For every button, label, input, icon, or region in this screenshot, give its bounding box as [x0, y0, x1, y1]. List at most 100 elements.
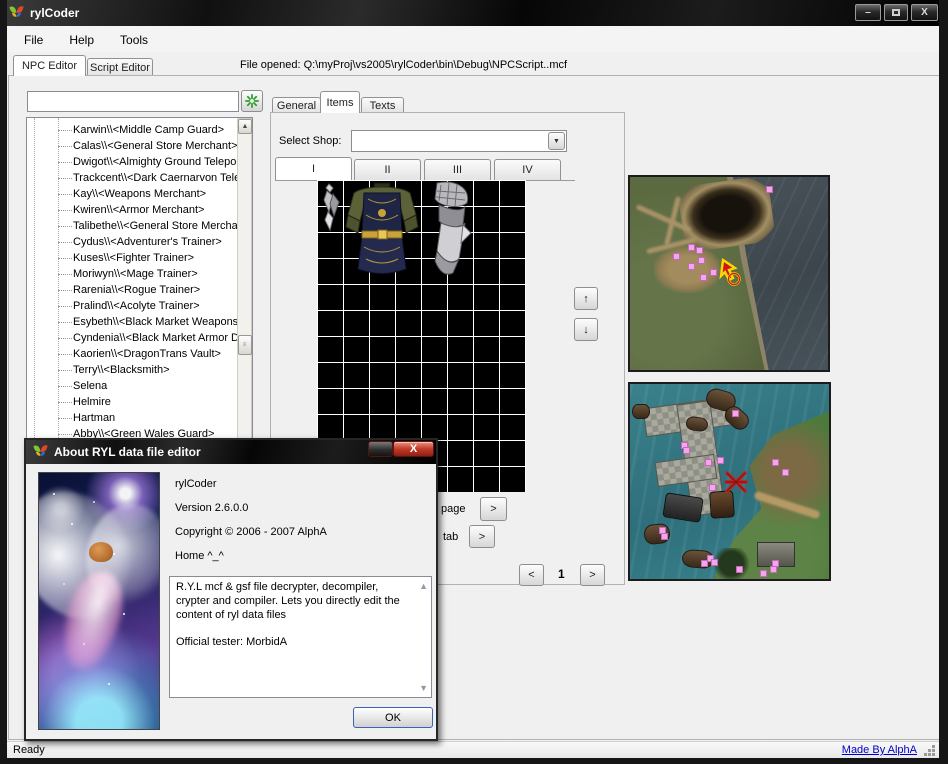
tab-texts-label: Texts [370, 100, 396, 112]
tab-script-editor[interactable]: Script Editor [87, 58, 153, 76]
search-button[interactable] [241, 90, 263, 112]
move-item-down-button[interactable]: ↓ [574, 318, 598, 341]
tree-item[interactable]: Trackcent\\<Dark Caernarvon Tele [27, 170, 237, 186]
about-dialog-titlebar[interactable]: About RYL data file editor X [26, 440, 436, 464]
selected-npc-marker[interactable] [717, 258, 745, 288]
next-page-nav-button[interactable]: > [580, 564, 605, 586]
item-pendant[interactable] [319, 182, 343, 232]
scroll-up-button[interactable]: ▲ [238, 119, 252, 134]
npc-marker[interactable] [710, 485, 715, 490]
tree-item[interactable]: Kaorien\\<DragonTrans Vault> [27, 346, 237, 362]
npc-marker[interactable] [674, 254, 679, 259]
npc-marker[interactable] [662, 534, 667, 539]
npc-marker[interactable] [689, 245, 694, 250]
tree-item[interactable]: Pralind\\<Acolyte Trainer> [27, 298, 237, 314]
npc-marker[interactable] [684, 448, 689, 453]
close-button[interactable]: X [911, 4, 938, 21]
title-bar[interactable]: rylCoder – X [0, 0, 948, 26]
shop-tab-4[interactable]: IV [494, 159, 561, 180]
npc-marker[interactable] [711, 270, 716, 275]
tab-npc-editor[interactable]: NPC Editor [13, 55, 86, 76]
shop-tab-2[interactable]: II [354, 159, 421, 180]
npc-marker[interactable] [733, 411, 738, 416]
made-by-link[interactable]: Made By AlphA [842, 744, 917, 756]
next-tab-button[interactable]: > [469, 525, 495, 548]
npc-marker[interactable] [701, 275, 706, 280]
map-ship [632, 404, 650, 420]
npc-marker[interactable] [660, 528, 665, 533]
tree-item[interactable]: Kay\\<Weapons Merchant> [27, 186, 237, 202]
triangle-up-icon: ▲ [242, 123, 249, 130]
tab-general[interactable]: General [272, 97, 321, 113]
npc-marker[interactable] [737, 567, 742, 572]
npc-marker[interactable] [761, 571, 766, 576]
next-tab-label: tab [443, 531, 458, 543]
prev-page-button[interactable]: < [519, 564, 544, 586]
shop-tab-3[interactable]: III [424, 159, 491, 180]
combobox-dropdown-button[interactable]: ▼ [548, 132, 565, 150]
npc-marker[interactable] [702, 561, 707, 566]
npc-marker[interactable] [718, 458, 723, 463]
dialog-logo-icon [32, 444, 49, 460]
tree-item[interactable]: Karwin\\<Middle Camp Guard> [27, 122, 237, 138]
local-map-harbor[interactable] [628, 382, 831, 581]
npc-marker[interactable] [767, 187, 772, 192]
textbox-scroll-down-icon[interactable]: ▼ [419, 683, 428, 693]
npc-marker[interactable] [697, 248, 702, 253]
next-page-button[interactable]: > [480, 497, 507, 521]
tree-item[interactable]: Kwiren\\<Armor Merchant> [27, 202, 237, 218]
dialog-close-button[interactable]: X [393, 441, 434, 457]
next-page-label: page [441, 503, 465, 515]
resize-grip[interactable] [932, 745, 935, 748]
move-item-up-button[interactable]: ↑ [574, 287, 598, 310]
npc-marker[interactable] [783, 470, 788, 475]
dialog-minimize-button[interactable] [368, 441, 393, 457]
maximize-button[interactable] [884, 4, 908, 21]
npc-marker[interactable] [773, 561, 778, 566]
about-home-link[interactable]: Home ^_^ [175, 550, 224, 562]
textbox-scroll-up-icon[interactable]: ▲ [419, 581, 428, 591]
tree-item[interactable]: Cydus\\<Adventurer's Trainer> [27, 234, 237, 250]
ok-button-label: OK [385, 712, 401, 724]
select-shop-combobox[interactable]: ▼ [351, 130, 567, 152]
npc-search-input[interactable] [27, 91, 239, 112]
select-shop-label: Select Shop: [279, 135, 341, 147]
arrow-left-icon: < [528, 569, 534, 581]
about-artwork [38, 472, 160, 730]
tree-item[interactable]: Cyndenia\\<Black Market Armor De [27, 330, 237, 346]
about-description-box[interactable]: R.Y.L mcf & gsf file decrypter, decompil… [169, 576, 432, 698]
item-gauntlet[interactable] [423, 181, 473, 277]
npc-marker[interactable] [682, 443, 687, 448]
scroll-thumb[interactable]: ≡ [238, 335, 252, 355]
tree-item[interactable]: Rarenia\\<Rogue Trainer> [27, 282, 237, 298]
npc-marker[interactable] [771, 567, 776, 572]
npc-marker[interactable] [773, 460, 778, 465]
tree-item[interactable]: Talibethe\\<General Store Merchan [27, 218, 237, 234]
tree-item[interactable]: Dwigot\\<Almighty Ground Teleport [27, 154, 237, 170]
tab-texts[interactable]: Texts [361, 97, 404, 113]
tree-item[interactable]: Hartman [27, 410, 237, 426]
ok-button[interactable]: OK [353, 707, 433, 728]
menu-item[interactable]: File [18, 33, 49, 47]
npc-marker[interactable] [706, 460, 711, 465]
about-tester: Official tester: MorbidA [176, 636, 413, 648]
arrow-right-icon: > [490, 503, 496, 515]
item-armor[interactable] [344, 181, 420, 275]
tab-items[interactable]: Items [320, 91, 360, 113]
tree-item[interactable]: Esybeth\\<Black Market Weapons I [27, 314, 237, 330]
tree-item[interactable]: Terry\\<Blacksmith> [27, 362, 237, 378]
world-map-overview[interactable] [628, 175, 830, 372]
shop-tab-1[interactable]: I [275, 157, 352, 180]
menu-item[interactable]: Help [63, 33, 100, 47]
npc-marker[interactable] [689, 264, 694, 269]
menu-item[interactable]: Tools [114, 33, 154, 47]
destination-cross-marker[interactable] [724, 470, 748, 494]
npc-marker[interactable] [712, 560, 717, 565]
npc-marker[interactable] [699, 258, 704, 263]
tree-item[interactable]: Helmire [27, 394, 237, 410]
tree-item[interactable]: Moriwyn\\<Mage Trainer> [27, 266, 237, 282]
tree-item[interactable]: Selena [27, 378, 237, 394]
tree-item[interactable]: Calas\\<General Store Merchant> [27, 138, 237, 154]
minimize-button[interactable]: – [855, 4, 881, 21]
tree-item[interactable]: Kuses\\<Fighter Trainer> [27, 250, 237, 266]
